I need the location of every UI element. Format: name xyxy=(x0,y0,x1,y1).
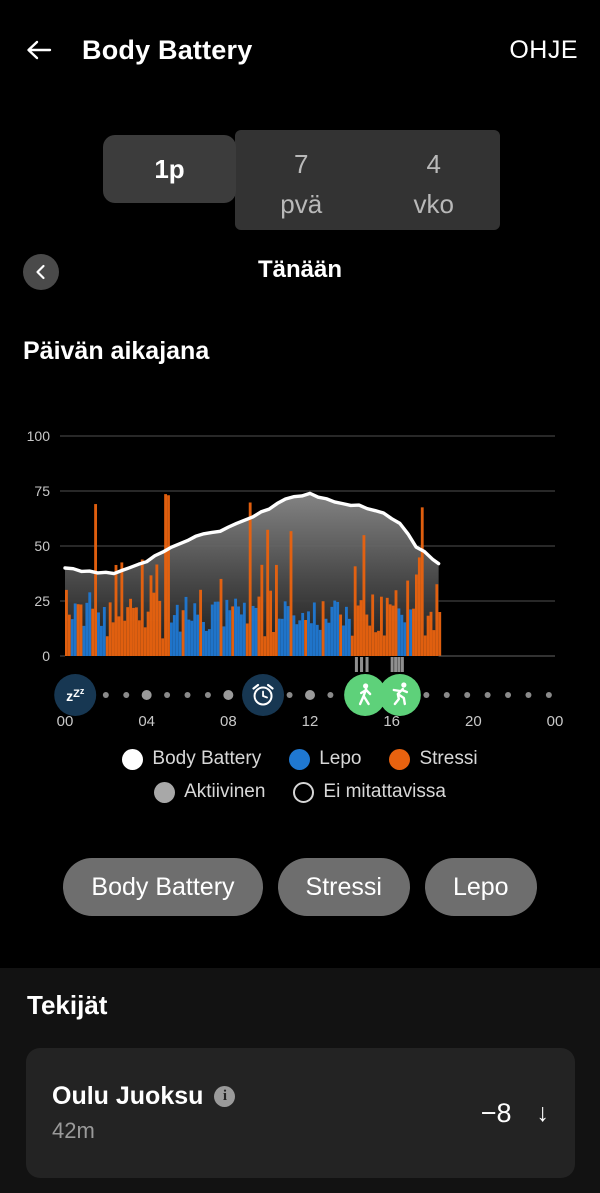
legend-swatch-stressi xyxy=(389,748,411,770)
timeline-dot xyxy=(545,692,552,698)
timeline-section-title: Päivän aikajana xyxy=(23,337,210,365)
legend-label-ei-mitattavissa: Ei mitattavissa xyxy=(323,781,446,802)
filter-button-body-battery[interactable]: Body Battery xyxy=(63,858,263,916)
legend-label-lepo: Lepo xyxy=(319,748,362,769)
run-icon[interactable] xyxy=(378,674,421,716)
chart-legend: Body Battery Lepo Stressi Aktiivinen Ei … xyxy=(0,748,600,814)
tab-4-vko-line1: 4 xyxy=(426,149,441,179)
metric-filter-buttons: Body Battery Stressi Lepo xyxy=(0,858,600,916)
timeline-dot xyxy=(286,692,293,698)
range-tab-selector: 7 pvä 4 vko 1p xyxy=(0,118,600,243)
factors-section: Tekijät Oulu Juoksu i 42m −8 ↓ xyxy=(0,968,600,1193)
tab-1p[interactable]: 1p xyxy=(103,135,236,203)
legend-swatch-body-battery xyxy=(122,748,144,770)
legend-swatch-aktiivinen xyxy=(154,781,176,803)
legend-item-body-battery: Body Battery xyxy=(122,748,261,770)
tab-7-pva-line1: 7 xyxy=(294,149,309,179)
timeline-dot xyxy=(464,692,471,698)
svg-text:0: 0 xyxy=(42,648,50,664)
factor-value: −8 xyxy=(480,1097,512,1128)
current-date-label: Tänään xyxy=(257,256,343,283)
timeline-dot xyxy=(443,692,450,698)
x-axis-tick: 20 xyxy=(465,713,482,730)
legend-item-ei-mitattavissa: Ei mitattavissa xyxy=(293,781,446,803)
legend-item-lepo: Lepo xyxy=(289,748,361,770)
filter-button-stressi[interactable]: Stressi xyxy=(277,858,410,916)
chart-canvas: 0255075100zZz00 04 08 12 16 20 00 xyxy=(27,428,564,730)
page-title: Body Battery xyxy=(82,34,253,65)
legend-label-stressi: Stressi xyxy=(419,748,478,769)
sleep-icon[interactable]: zZz xyxy=(54,674,97,716)
legend-label-aktiivinen: Aktiivinen xyxy=(184,781,266,802)
timeline-dot xyxy=(164,692,171,698)
tab-4-vko-line2: vko xyxy=(413,189,454,220)
svg-text:50: 50 xyxy=(34,538,50,554)
factor-card-text: Oulu Juoksu i 42m xyxy=(52,1082,236,1144)
app-header: Body Battery OHJE xyxy=(0,0,600,100)
tab-4-vko[interactable]: 4 vko xyxy=(368,130,501,230)
x-axis-tick: 16 xyxy=(383,713,400,730)
timeline-dot xyxy=(123,692,130,698)
filter-button-lepo[interactable]: Lepo xyxy=(424,858,537,916)
factor-name: Oulu Juoksu xyxy=(52,1082,204,1110)
legend-swatch-ei-mitattavissa xyxy=(293,781,315,803)
timeline-dot xyxy=(204,692,211,698)
legend-row-2: Aktiivinen Ei mitattavissa xyxy=(0,781,600,803)
legend-item-stressi: Stressi xyxy=(389,748,478,770)
svg-text:25: 25 xyxy=(34,593,50,609)
factor-card-oulu-juoksu[interactable]: Oulu Juoksu i 42m −8 ↓ xyxy=(26,1048,575,1178)
legend-row-1: Body Battery Lepo Stressi xyxy=(0,748,600,770)
info-icon[interactable]: i xyxy=(214,1086,236,1107)
x-axis-tick: 00 xyxy=(57,713,74,730)
legend-label-body-battery: Body Battery xyxy=(152,748,262,769)
factor-duration: 42m xyxy=(52,1118,95,1143)
timeline-dot xyxy=(223,690,234,700)
timeline-dot xyxy=(141,690,152,700)
timeline-dot xyxy=(327,692,334,698)
timeline-dot xyxy=(305,690,315,700)
x-axis-tick: 12 xyxy=(302,713,319,730)
arrow-down-icon: ↓ xyxy=(536,1098,550,1127)
timeline-dot xyxy=(505,692,512,698)
alarm-icon[interactable] xyxy=(242,674,285,716)
timeline-dot xyxy=(423,692,430,698)
legend-item-aktiivinen: Aktiivinen xyxy=(154,781,265,803)
body-battery-screen: Body Battery OHJE 7 pvä 4 vko 1p Tänään … xyxy=(0,0,600,1193)
date-navigation: Tänään xyxy=(0,248,600,304)
factor-impact: −8 ↓ xyxy=(481,1098,549,1129)
timeline-dot xyxy=(525,692,532,698)
timeline-dot xyxy=(484,692,491,698)
timeline-dot xyxy=(102,692,109,698)
x-axis-tick: 04 xyxy=(138,713,155,730)
x-axis-tick: 00 xyxy=(547,713,564,730)
timeline-dot xyxy=(184,692,191,698)
range-tab-group-unselected: 7 pvä 4 vko xyxy=(235,130,500,230)
factor-name-row: Oulu Juoksu i xyxy=(52,1082,236,1111)
arrow-left-icon[interactable] xyxy=(22,33,56,67)
factors-title: Tekijät xyxy=(27,990,108,1020)
x-axis-tick: 08 xyxy=(220,713,237,730)
help-button[interactable]: OHJE xyxy=(509,36,578,65)
legend-swatch-lepo xyxy=(289,748,311,770)
tab-7-pva-line2: pvä xyxy=(280,189,323,220)
svg-text:75: 75 xyxy=(34,483,50,499)
svg-text:100: 100 xyxy=(27,428,51,444)
tab-7-pva[interactable]: 7 pvä xyxy=(235,130,368,230)
body-battery-chart[interactable]: 0 25 50 75 100 zZz 00 04 08 12 16 20 00 xyxy=(0,415,600,735)
